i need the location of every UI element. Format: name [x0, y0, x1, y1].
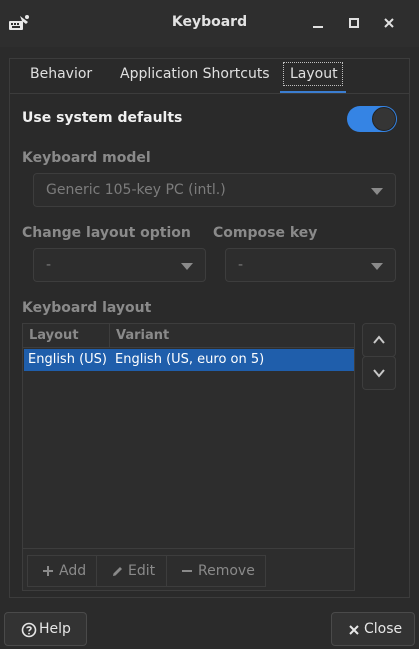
- edit-layout-button[interactable]: Edit: [96, 555, 167, 587]
- list-header: Layout Variant: [23, 324, 354, 348]
- compose-key-combo[interactable]: -: [225, 248, 396, 282]
- remove-label: Remove: [198, 563, 255, 579]
- minus-icon: [182, 570, 192, 572]
- remove-layout-button[interactable]: Remove: [166, 555, 266, 587]
- keyboard-layout-list: Layout Variant English (US) English (US,…: [22, 323, 355, 591]
- layout-list-toolbar: Add Edit Remove: [23, 548, 354, 590]
- minimize-icon[interactable]: [308, 13, 328, 33]
- maximize-icon[interactable]: [344, 13, 364, 33]
- column-separator: [109, 324, 110, 348]
- variant-cell: English (US, euro on 5): [115, 352, 265, 367]
- chevron-up-icon: [373, 335, 385, 344]
- move-up-button[interactable]: [362, 323, 396, 357]
- help-icon: [21, 622, 37, 638]
- close-label: Close: [364, 621, 403, 637]
- close-icon[interactable]: [379, 13, 399, 33]
- keyboard-model-label: Keyboard model: [22, 150, 151, 166]
- close-button[interactable]: Close: [331, 612, 415, 646]
- change-layout-option-label: Change layout option: [22, 225, 191, 241]
- tab-layout-label: Layout: [290, 66, 338, 82]
- compose-key-value: -: [238, 257, 244, 273]
- tab-application-shortcuts[interactable]: Application Shortcuts: [120, 58, 270, 94]
- switch-knob: [372, 107, 396, 131]
- plus-icon: [43, 566, 53, 576]
- tab-separator: [10, 93, 409, 94]
- keyboard-model-combo[interactable]: Generic 105-key PC (intl.): [33, 173, 396, 207]
- keyboard-model-value: Generic 105-key PC (intl.): [46, 182, 226, 198]
- add-label: Add: [59, 563, 87, 579]
- tab-behavior[interactable]: Behavior: [30, 58, 92, 94]
- layout-cell: English (US): [28, 352, 107, 367]
- keyboard-layout-label: Keyboard layout: [22, 300, 152, 316]
- chevron-down-icon: [181, 263, 193, 270]
- change-layout-option-combo[interactable]: -: [33, 248, 206, 282]
- add-layout-button[interactable]: Add: [27, 555, 97, 587]
- help-label: Help: [39, 621, 71, 637]
- table-row[interactable]: English (US) English (US, euro on 5): [24, 349, 354, 371]
- tab-layout[interactable]: Layout: [280, 58, 346, 94]
- pencil-icon: [113, 567, 122, 576]
- column-header-layout[interactable]: Layout: [29, 328, 79, 343]
- chevron-down-icon: [371, 188, 383, 195]
- use-system-defaults-switch[interactable]: [347, 106, 397, 132]
- compose-key-label: Compose key: [213, 225, 318, 241]
- title-bar: Keyboard: [0, 0, 419, 47]
- use-system-defaults-label: Use system defaults: [22, 110, 183, 126]
- chevron-down-icon: [371, 263, 383, 270]
- move-down-button[interactable]: [362, 356, 396, 390]
- chevron-down-icon: [373, 369, 385, 378]
- close-icon: [349, 625, 359, 635]
- edit-label: Edit: [128, 563, 156, 579]
- help-button[interactable]: Help: [4, 612, 87, 646]
- column-header-variant[interactable]: Variant: [116, 328, 169, 343]
- change-layout-option-value: -: [46, 257, 52, 273]
